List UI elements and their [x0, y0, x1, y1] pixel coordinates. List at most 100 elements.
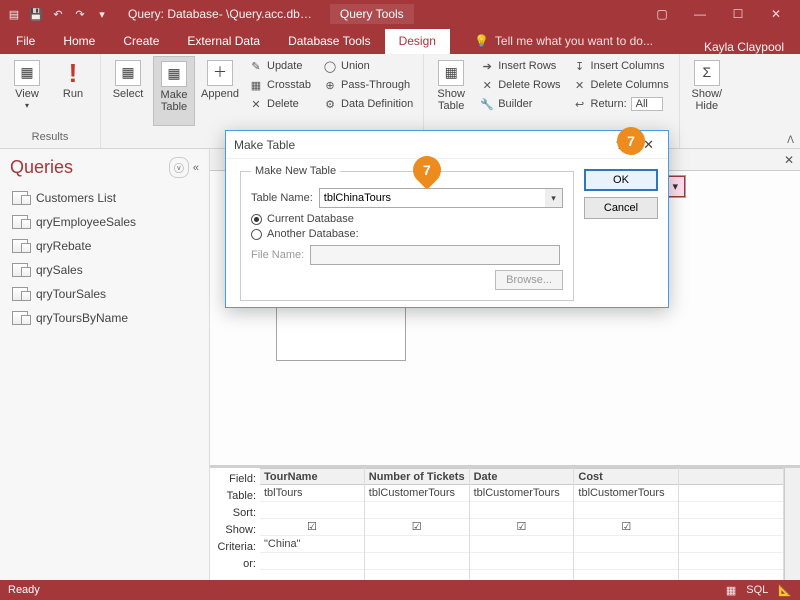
tab-file[interactable]: File — [2, 29, 49, 54]
nav-filter-icon[interactable]: ⓥ — [169, 157, 189, 178]
close-doc-icon[interactable]: ✕ — [784, 153, 794, 167]
nav-query-item[interactable]: qryToursByName — [4, 306, 205, 330]
tab-home[interactable]: Home — [49, 29, 109, 54]
run-icon: ! — [60, 60, 86, 86]
append-button[interactable]: ＋Append — [199, 56, 241, 126]
grid-row-labels: Field:Table:Sort:Show:Criteria:or: — [210, 468, 260, 580]
datadef-label: Data Definition — [341, 98, 413, 110]
dialog-legend: Make New Table — [251, 165, 340, 177]
update-label: Update — [267, 60, 302, 72]
showhide-button[interactable]: ΣShow/ Hide — [686, 56, 728, 126]
chevron-down-icon[interactable]: ▾ — [672, 180, 678, 193]
make-table-dialog: Make Table ? ✕ Make New Table Table Name… — [225, 130, 669, 308]
group-label-showhide — [686, 131, 728, 147]
update-button[interactable]: ✎Update — [245, 58, 315, 74]
collapse-ribbon-icon[interactable]: ᐱ — [787, 135, 794, 146]
tab-create[interactable]: Create — [109, 29, 173, 54]
make-table-button[interactable]: ▦Make Table — [153, 56, 195, 126]
union-button[interactable]: ◯Union — [319, 58, 417, 74]
lightbulb-icon: 💡 — [474, 34, 489, 48]
select-button[interactable]: ▦Select — [107, 56, 149, 126]
minimize-icon[interactable]: — — [682, 4, 718, 24]
grid-column[interactable]: TourNametblTours"China" — [260, 468, 365, 580]
ribbon-options-icon[interactable]: ▢ — [644, 4, 680, 24]
tab-external-data[interactable]: External Data — [173, 29, 274, 54]
ribbon-group-showhide: ΣShow/ Hide — [680, 54, 734, 148]
user-name[interactable]: Kayla Claypool — [704, 40, 798, 54]
union-label: Union — [341, 60, 370, 72]
nav-header[interactable]: Queries — [10, 157, 169, 178]
show-table-icon: ▦ — [438, 60, 464, 86]
table-name-dropdown-icon[interactable]: ▾ — [545, 188, 563, 208]
delete-rows-icon: ✕ — [480, 78, 494, 92]
grid-column[interactable]: Number of TicketstblCustomerTours — [365, 468, 470, 580]
builder-button[interactable]: 🔧Builder — [476, 96, 564, 112]
close-icon[interactable]: ✕ — [758, 4, 794, 24]
delete-rows-button[interactable]: ✕Delete Rows — [476, 77, 564, 93]
grid-column[interactable]: CosttblCustomerTours — [574, 468, 679, 580]
nav-query-item[interactable]: Customers List — [4, 186, 205, 210]
browse-button: Browse... — [495, 270, 563, 290]
crosstab-icon: ▦ — [249, 78, 263, 92]
query-icon — [12, 311, 28, 325]
view-button[interactable]: ▦View▾ — [6, 56, 48, 126]
tab-database-tools[interactable]: Database Tools — [274, 29, 385, 54]
show-table-button[interactable]: ▦Show Table — [430, 56, 472, 126]
ribbon-tabs: File Home Create External Data Database … — [0, 28, 800, 54]
nav-query-item[interactable]: qrySales — [4, 258, 205, 282]
passthrough-icon: ⊕ — [323, 78, 337, 92]
view-sql-icon[interactable]: SQL — [746, 584, 768, 597]
builder-label: Builder — [498, 98, 532, 110]
delete-cols-label: Delete Columns — [591, 79, 669, 91]
return-icon: ↩ — [573, 97, 587, 111]
nav-query-item[interactable]: qryEmployeeSales — [4, 210, 205, 234]
query-grid[interactable]: Field:Table:Sort:Show:Criteria:or: TourN… — [210, 465, 800, 580]
grid-scrollbar[interactable] — [784, 468, 800, 580]
make-table-icon: ▦ — [161, 61, 187, 87]
maximize-icon[interactable]: ☐ — [720, 4, 756, 24]
crosstab-button[interactable]: ▦Crosstab — [245, 77, 315, 93]
save-icon[interactable]: 💾 — [28, 6, 44, 22]
return-control[interactable]: ↩Return: All — [569, 96, 673, 112]
grid-column[interactable]: DatetblCustomerTours — [470, 468, 575, 580]
status-bar: Ready ▦ SQL 📐 — [0, 580, 800, 600]
append-icon: ＋ — [207, 60, 233, 86]
passthrough-button[interactable]: ⊕Pass-Through — [319, 77, 417, 93]
view-label: View — [15, 88, 39, 100]
return-value[interactable]: All — [631, 97, 663, 111]
view-design-icon[interactable]: 📐 — [778, 584, 792, 597]
view-datasheet-icon[interactable]: ▦ — [726, 584, 736, 597]
ok-button[interactable]: OK — [584, 169, 658, 191]
undo-icon[interactable]: ↶ — [50, 6, 66, 22]
query-icon — [12, 263, 28, 277]
showhide-label: Show/ Hide — [692, 88, 723, 112]
radio-on-icon — [251, 214, 262, 225]
nav-query-item[interactable]: qryTourSales — [4, 282, 205, 306]
cancel-button[interactable]: Cancel — [584, 197, 658, 219]
tell-me-box[interactable]: 💡Tell me what you want to do... — [460, 29, 667, 54]
app-icon: ▤ — [6, 6, 22, 22]
table-name-input[interactable] — [319, 188, 563, 208]
nav-item-label: qryRebate — [36, 239, 91, 253]
radio-current-db[interactable]: Current Database — [251, 213, 563, 225]
delete-button[interactable]: ✕Delete — [245, 96, 315, 112]
datadef-button[interactable]: ⚙Data Definition — [319, 96, 417, 112]
delete-cols-button[interactable]: ✕ Delete Columns — [569, 77, 673, 93]
tab-design[interactable]: Design — [385, 29, 450, 54]
insert-rows-button[interactable]: ➔Insert Rows — [476, 58, 564, 74]
redo-icon[interactable]: ↷ — [72, 6, 88, 22]
grid-columns: TourNametblTours"China"Number of Tickets… — [260, 468, 784, 580]
delete-cols-icon: ✕ — [573, 78, 587, 92]
navigation-pane: Queries ⓥ « Customers ListqryEmployeeSal… — [0, 149, 210, 580]
query-icon — [12, 215, 28, 229]
table-name-label: Table Name: — [251, 192, 313, 204]
radio-another-db[interactable]: Another Database: — [251, 228, 563, 240]
nav-query-item[interactable]: qryRebate — [4, 234, 205, 258]
file-name-label: File Name: — [251, 249, 304, 261]
run-button[interactable]: !Run — [52, 56, 94, 126]
callout-step-ok: 7 — [617, 127, 645, 155]
nav-collapse-icon[interactable]: « — [193, 162, 199, 174]
dialog-title: Make Table — [234, 138, 295, 152]
qat-dropdown-icon[interactable]: ▾ — [94, 6, 110, 22]
insert-cols-button[interactable]: ↧Insert Columns — [569, 58, 673, 74]
